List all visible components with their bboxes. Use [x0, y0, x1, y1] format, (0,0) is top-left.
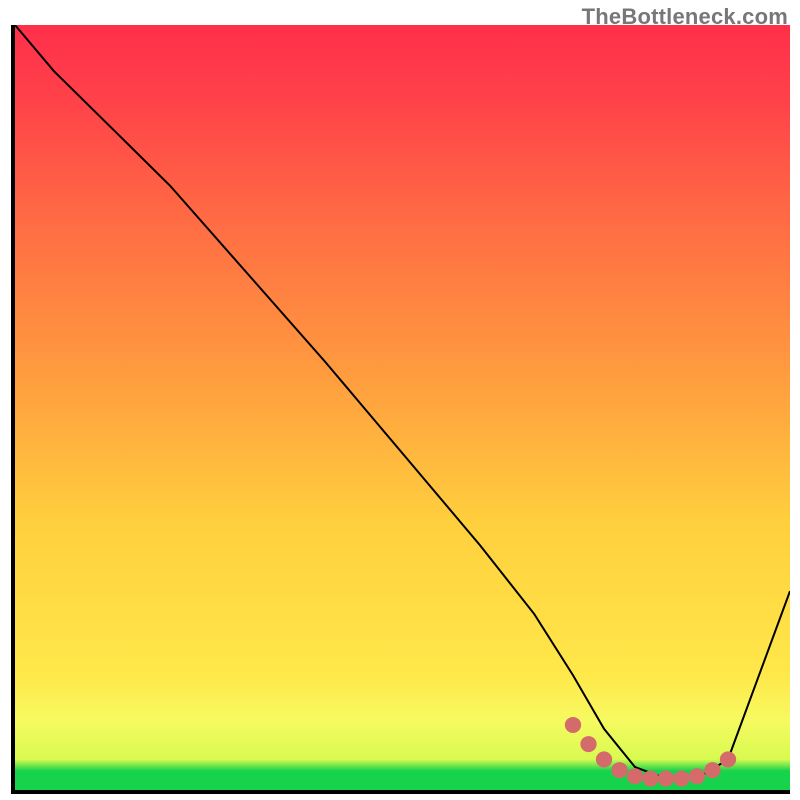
bottleneck-curve	[15, 25, 790, 779]
plot-area	[11, 25, 790, 794]
highlight-dots	[565, 717, 736, 787]
curve-layer	[15, 25, 790, 790]
chart-container: TheBottleneck.com	[0, 0, 800, 800]
